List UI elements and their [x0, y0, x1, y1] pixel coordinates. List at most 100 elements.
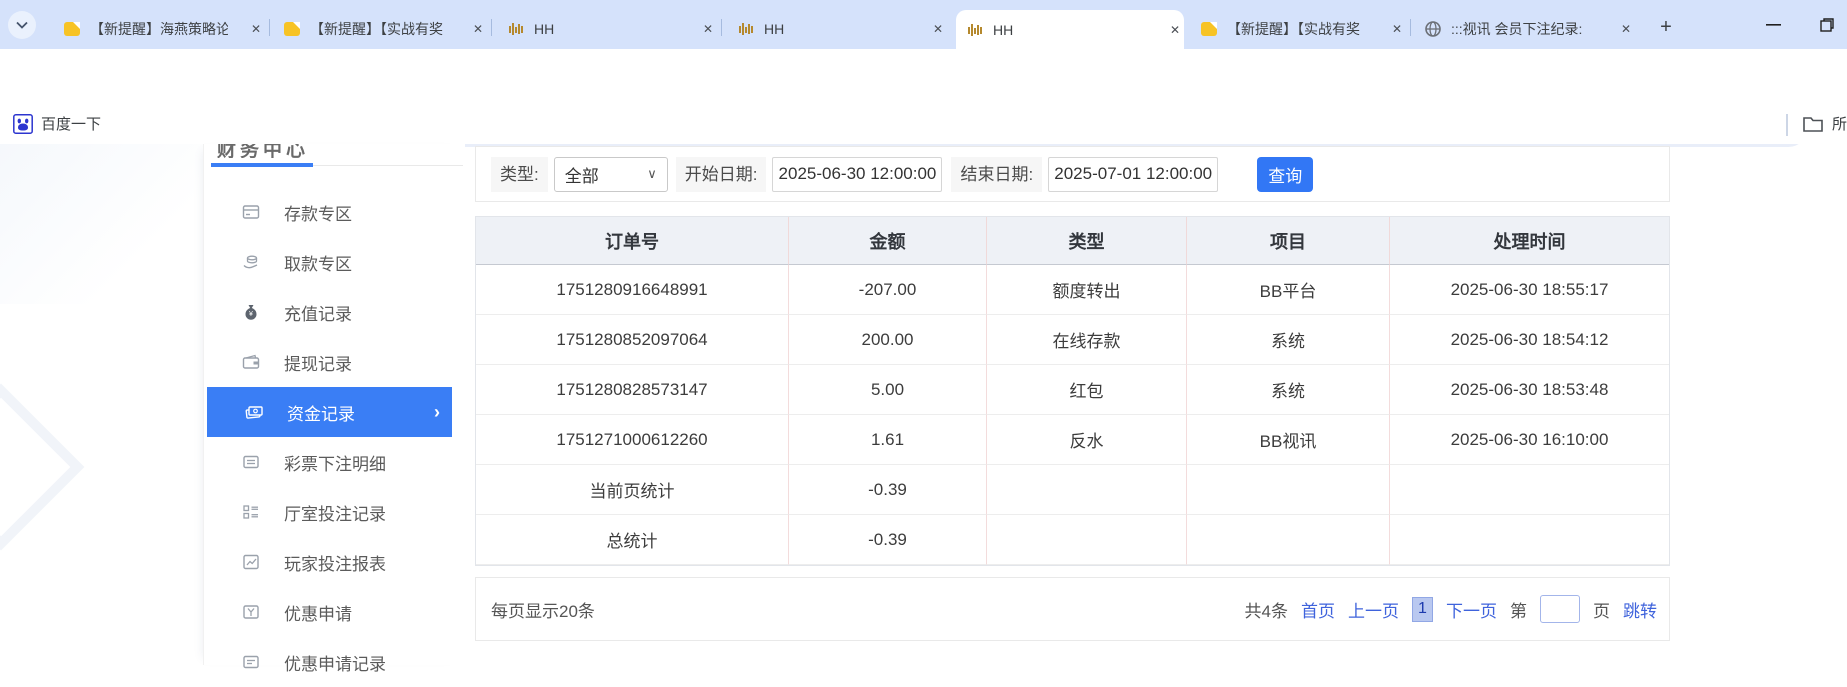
withdraw-icon — [242, 253, 260, 271]
current-page-badge[interactable]: 1 — [1412, 597, 1433, 622]
cell-process-time: 2025-06-30 18:53:48 — [1390, 365, 1669, 415]
close-icon[interactable]: ✕ — [1617, 20, 1635, 38]
waveform-icon — [507, 20, 525, 38]
svg-text:¥: ¥ — [249, 311, 253, 318]
sidebar-item-recharge-records[interactable]: ¥ 充值记录 — [204, 287, 466, 337]
sidebar-divider — [313, 165, 463, 166]
tab-title: HH — [534, 21, 664, 37]
jump-suffix-text: 页 — [1593, 597, 1610, 622]
all-bookmarks-button[interactable]: 所 — [1802, 113, 1847, 134]
cell-project: BB平台 — [1187, 265, 1390, 315]
background-gradient — [0, 144, 203, 304]
globe-icon — [1424, 20, 1442, 38]
close-icon[interactable]: ✕ — [929, 20, 947, 38]
cell-grand-total-label: 总统计 — [476, 515, 789, 565]
cell-page-total-amount: -0.39 — [789, 465, 987, 515]
end-date-label: 结束日期: — [951, 157, 1042, 192]
next-page-link[interactable]: 下一页 — [1446, 597, 1497, 622]
all-bookmarks-label: 所 — [1832, 113, 1847, 134]
sidebar-item-promo-apply[interactable]: 优惠申请 — [204, 587, 466, 637]
funds-record-table: 订单号 金额 类型 项目 处理时间 1751280916648991 -207.… — [475, 216, 1670, 566]
browser-toolbar: yl756.com/hhcp/usercenter.html?iniType=6 — [0, 49, 1847, 106]
cell-process-time: 2025-06-30 16:10:00 — [1390, 415, 1669, 465]
tab-1[interactable]: 【新提醒】海燕策略论坛 ✕ — [53, 12, 265, 46]
pagination-bar: 每页显示20条 共4条 首页 上一页 1 下一页 第 页 跳转 — [475, 577, 1670, 641]
prev-page-link[interactable]: 上一页 — [1348, 597, 1399, 622]
cell-empty — [1390, 465, 1669, 515]
page-number-input[interactable] — [1540, 595, 1580, 623]
tab-divider — [1410, 19, 1411, 36]
cell-empty — [1187, 515, 1390, 565]
mail-icon — [1200, 20, 1218, 38]
sidebar-item-lottery-bet-details[interactable]: 彩票下注明细 — [204, 437, 466, 487]
first-page-link[interactable]: 首页 — [1301, 597, 1335, 622]
column-header-process-time: 处理时间 — [1390, 217, 1669, 265]
tab-5-active[interactable]: HH ✕ — [956, 10, 1184, 49]
sidebar-item-deposit-zone[interactable]: 存款专区 — [204, 187, 466, 237]
mail-icon — [283, 20, 301, 38]
pagination-controls: 共4条 首页 上一页 1 下一页 第 页 跳转 — [1245, 595, 1657, 623]
cell-order-no: 1751280828573147 — [476, 365, 789, 415]
filter-bar: 类型: 全部 ∨ 开始日期: 结束日期: 查询 — [475, 146, 1670, 202]
close-icon[interactable]: ✕ — [1388, 20, 1406, 38]
sidebar-item-funds-records[interactable]: 资金记录 › — [207, 387, 452, 437]
tab-title: 【新提醒】海燕策略论坛 — [90, 19, 228, 39]
cell-empty — [987, 515, 1187, 565]
tab-7[interactable]: :::视讯 会员下注纪录: ✕ — [1414, 12, 1635, 46]
tab-divider — [491, 19, 492, 36]
tab-title: HH — [764, 21, 894, 37]
sidebar-item-player-bet-report[interactable]: 玩家投注报表 — [204, 537, 466, 587]
chevron-down-icon — [16, 21, 28, 29]
end-date-input[interactable] — [1048, 157, 1218, 192]
tab-3[interactable]: HH ✕ — [497, 12, 717, 46]
bookmark-label: 百度一下 — [41, 113, 101, 134]
maximize-button[interactable] — [1812, 14, 1842, 36]
tab-2[interactable]: 【新提醒】【实战有奖 ✕ — [273, 12, 487, 46]
column-header-project: 项目 — [1187, 217, 1390, 265]
cell-project: 系统 — [1187, 315, 1390, 365]
tab-4[interactable]: HH ✕ — [727, 12, 947, 46]
jump-link[interactable]: 跳转 — [1623, 597, 1657, 622]
cell-amount: 200.00 — [789, 315, 987, 365]
tab-title: :::视讯 会员下注纪录: — [1451, 19, 1589, 39]
start-date-input[interactable] — [772, 157, 942, 192]
chevron-right-icon: › — [434, 403, 440, 421]
cell-process-time: 2025-06-30 18:55:17 — [1390, 265, 1669, 315]
tab-title: HH — [993, 22, 1125, 38]
cell-amount: 1.61 — [789, 415, 987, 465]
funds-record-icon — [245, 403, 263, 421]
new-tab-button[interactable]: + — [1652, 13, 1680, 41]
sidebar-item-withdrawal-records[interactable]: 提现记录 — [204, 337, 466, 387]
waveform-icon — [737, 20, 755, 38]
cell-amount: -207.00 — [789, 265, 987, 315]
baidu-paw-icon — [13, 114, 33, 134]
tab-title: 【新提醒】【实战有奖 — [1227, 19, 1363, 39]
tab-search-button[interactable] — [8, 11, 36, 39]
cell-amount: 5.00 — [789, 365, 987, 415]
close-icon[interactable]: ✕ — [469, 20, 487, 38]
tab-6[interactable]: 【新提醒】【实战有奖 ✕ — [1190, 12, 1406, 46]
close-icon[interactable]: ✕ — [699, 20, 717, 38]
sidebar-item-hall-bet-records[interactable]: 厅室投注记录 — [204, 487, 466, 537]
chevron-down-icon: ∨ — [647, 166, 657, 182]
minimize-icon — [1766, 24, 1781, 26]
cell-empty — [987, 465, 1187, 515]
close-icon[interactable]: ✕ — [1166, 21, 1184, 39]
recharge-record-icon: ¥ — [242, 303, 260, 321]
cell-project: 系统 — [1187, 365, 1390, 415]
bookmark-baidu[interactable]: 百度一下 — [13, 113, 101, 134]
sidebar-item-withdraw-zone[interactable]: 取款专区 — [204, 237, 466, 287]
minimize-button[interactable] — [1758, 14, 1788, 36]
cell-type: 额度转出 — [987, 265, 1187, 315]
sidebar-title-underline — [211, 163, 313, 167]
column-header-order-no: 订单号 — [476, 217, 789, 265]
user-center-sidebar: 财务中心 存款专区 取款专区 ¥ 充值记录 提现记录 资金记录 › 彩票下注明细 — [203, 144, 465, 665]
bookmarks-separator — [1786, 114, 1788, 136]
close-icon[interactable]: ✕ — [247, 20, 265, 38]
sidebar-item-promo-apply-records[interactable]: 优惠申请记录 — [204, 637, 466, 687]
cell-order-no: 1751280916648991 — [476, 265, 789, 315]
player-report-icon — [242, 553, 260, 571]
promo-apply-icon — [242, 603, 260, 621]
search-button[interactable]: 查询 — [1257, 157, 1313, 192]
type-select[interactable]: 全部 ∨ — [554, 157, 668, 192]
